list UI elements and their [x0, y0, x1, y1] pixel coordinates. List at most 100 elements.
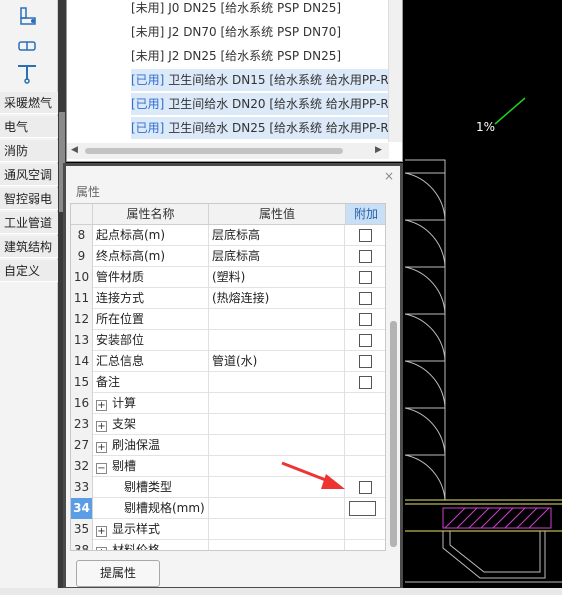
pipe-list-item[interactable]: [已用] 卫生间给水 DN25 [给水系统 给水用PP-R — [131, 117, 389, 139]
add-checkbox[interactable] — [359, 313, 372, 326]
header-property-name: 属性名称 — [93, 204, 209, 225]
scroll-left-icon[interactable]: ◀ — [71, 145, 78, 155]
pipe-list-item[interactable]: [未用] J2 DN25 [给水系统 PSP DN25] — [131, 45, 341, 67]
add-checkbox[interactable] — [359, 250, 372, 263]
property-value[interactable]: 管道(水) — [209, 351, 345, 372]
cad-drawing-area[interactable] — [405, 0, 562, 585]
property-value[interactable] — [209, 372, 345, 393]
property-value[interactable] — [209, 519, 345, 540]
property-row[interactable]: 11 连接方式 (热熔连接) — [71, 288, 385, 309]
property-row[interactable]: 9 终点标高(m) 层底标高 — [71, 246, 385, 267]
usage-tag: [未用] — [131, 25, 165, 39]
property-value[interactable] — [209, 540, 345, 550]
expand-icon[interactable]: + — [96, 547, 107, 550]
property-row[interactable]: 15 备注 — [71, 372, 385, 393]
scroll-right-icon[interactable]: ▶ — [375, 145, 382, 155]
property-value[interactable]: (塑料) — [209, 267, 345, 288]
sidebar-category-item[interactable]: 采暖燃气 — [0, 92, 58, 114]
add-checkbox[interactable] — [359, 481, 372, 494]
sidebar-category-item[interactable]: 消防 — [0, 140, 58, 162]
row-number: 23 — [71, 414, 93, 435]
property-row[interactable]: 33 剔槽类型 — [71, 477, 385, 498]
property-row[interactable]: 27 + 刷油保温 — [71, 435, 385, 456]
status-bar — [0, 588, 562, 595]
expand-icon[interactable]: + — [96, 400, 107, 411]
close-icon[interactable]: × — [384, 169, 394, 183]
usage-tag: [已用] — [131, 73, 165, 87]
property-row[interactable]: 23 + 支架 — [71, 414, 385, 435]
expand-icon[interactable]: + — [96, 526, 107, 537]
sidebar-category-item[interactable]: 电气 — [0, 116, 58, 138]
row-number: 8 — [71, 225, 93, 246]
row-number: 38 — [71, 540, 93, 550]
row-number: 33 — [71, 477, 93, 498]
property-row[interactable]: 16 + 计算 — [71, 393, 385, 414]
property-grid-scrollbar[interactable] — [386, 203, 400, 551]
pipe-list-item[interactable]: [未用] J0 DN25 [给水系统 PSP DN25] — [131, 0, 341, 19]
row-number: 9 — [71, 246, 93, 267]
expand-icon[interactable]: + — [96, 421, 107, 432]
property-value[interactable] — [209, 330, 345, 351]
valve-icon[interactable] — [15, 6, 39, 28]
header-property-value: 属性值 — [209, 204, 346, 225]
pipe-list-horizontal-scrollbar[interactable]: ◀ ▶ — [67, 143, 389, 159]
property-value[interactable]: (热熔连接) — [209, 288, 345, 309]
add-checkbox[interactable] — [359, 355, 372, 368]
pipe-fitting-icon[interactable] — [15, 35, 39, 57]
property-value[interactable]: 层底标高 — [209, 246, 345, 267]
add-checkbox[interactable] — [359, 271, 372, 284]
property-name-text: 剔槽规格(mm) — [124, 501, 205, 515]
property-name-text: 终点标高(m) — [96, 249, 166, 263]
add-cell — [346, 246, 385, 267]
property-row[interactable]: 12 所在位置 — [71, 309, 385, 330]
property-name: + 显示样式 — [93, 519, 209, 540]
add-checkbox[interactable] — [359, 376, 372, 389]
property-row[interactable]: 34 剔槽规格(mm) — [71, 498, 385, 519]
row-number: 27 — [71, 435, 93, 456]
expand-icon[interactable]: + — [96, 442, 107, 453]
property-name: 汇总信息 — [93, 351, 209, 372]
extract-properties-button[interactable]: 提属性 — [76, 560, 160, 587]
property-row[interactable]: 8 起点标高(m) 层底标高 — [71, 225, 385, 246]
panel-title: 属性 — [76, 185, 101, 199]
add-cell — [346, 393, 385, 414]
add-checkbox[interactable] — [359, 229, 372, 242]
add-cell — [346, 288, 385, 309]
add-cell — [346, 330, 385, 351]
pipe-list-item[interactable]: [已用] 卫生间给水 DN20 [给水系统 给水用PP-R — [131, 93, 389, 115]
property-value[interactable]: 层底标高 — [209, 225, 345, 246]
property-row[interactable]: 35 + 显示样式 — [71, 519, 385, 540]
row-number: 10 — [71, 267, 93, 288]
property-value[interactable] — [209, 477, 345, 498]
property-value[interactable] — [209, 435, 345, 456]
property-value[interactable] — [209, 414, 345, 435]
add-cell — [346, 456, 385, 477]
property-row[interactable]: 14 汇总信息 管道(水) — [71, 351, 385, 372]
header-add[interactable]: 附加 — [346, 204, 385, 225]
property-row[interactable]: 32− 剔槽 — [71, 456, 385, 477]
add-checkbox[interactable] — [359, 292, 372, 305]
tee-icon[interactable] — [15, 62, 39, 84]
pipe-list-vertical-scrollbar[interactable] — [388, 0, 402, 142]
property-row[interactable]: 10 管件材质 (塑料) — [71, 267, 385, 288]
property-row[interactable]: 13 安装部位 — [71, 330, 385, 351]
sidebar-category-item[interactable]: 建筑结构 — [0, 236, 58, 258]
add-checkbox[interactable] — [349, 501, 376, 516]
collapse-icon[interactable]: − — [96, 463, 107, 474]
pipe-list-item[interactable]: [已用] 卫生间给水 DN15 [给水系统 给水用PP-R — [131, 69, 389, 91]
property-value[interactable] — [209, 309, 345, 330]
property-value[interactable] — [209, 393, 345, 414]
add-checkbox[interactable] — [359, 334, 372, 347]
sidebar-category-item[interactable]: 通风空调 — [0, 164, 58, 186]
scroll-thumb[interactable] — [85, 148, 343, 154]
add-cell — [346, 351, 385, 372]
sidebar-category-item[interactable]: 智控弱电 — [0, 188, 58, 210]
sidebar-category-item[interactable]: 工业管道 — [0, 212, 58, 234]
property-row[interactable]: 38+ 材料价格 — [71, 540, 385, 550]
sidebar-category-item[interactable]: 自定义 — [0, 260, 58, 282]
property-name: 安装部位 — [93, 330, 209, 351]
property-value[interactable] — [209, 456, 345, 477]
pipe-list-item[interactable]: [未用] J2 DN70 [给水系统 PSP DN70] — [131, 21, 341, 43]
property-name: 所在位置 — [93, 309, 209, 330]
property-value[interactable] — [209, 498, 345, 519]
